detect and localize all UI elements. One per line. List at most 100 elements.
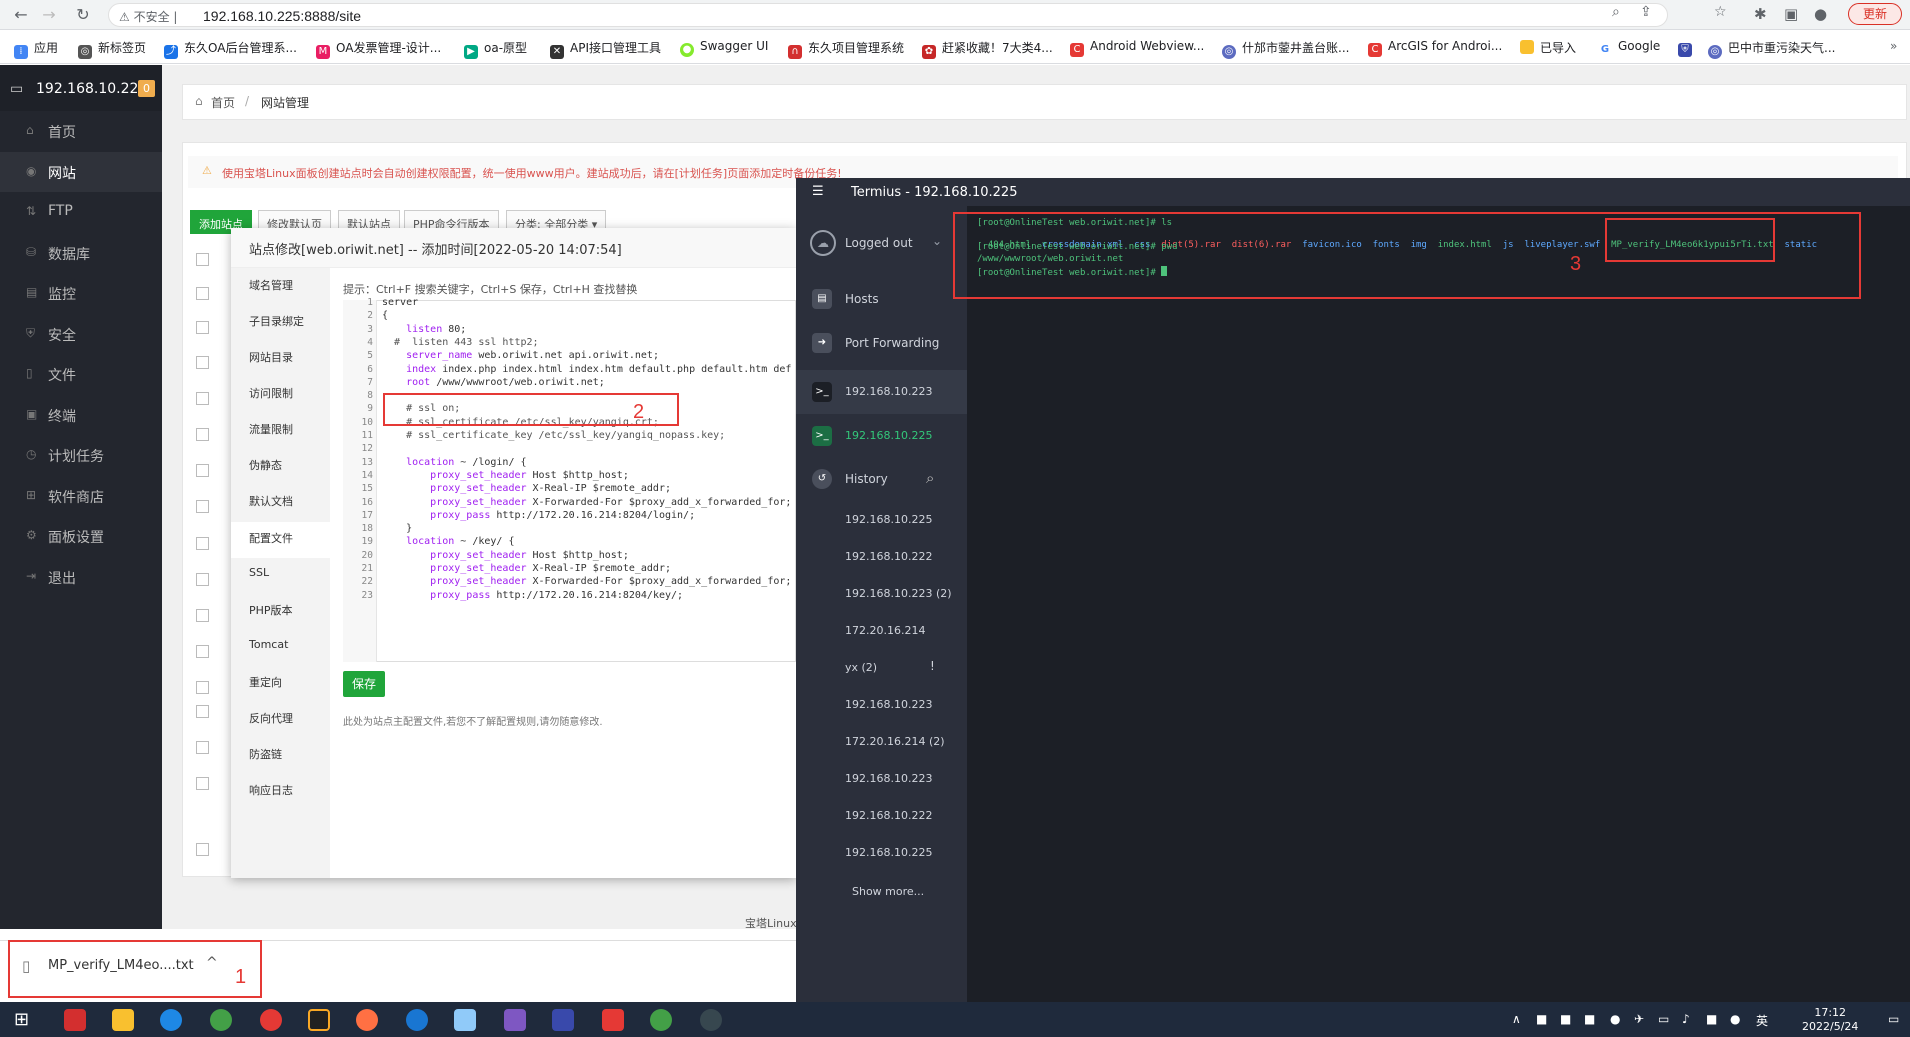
row-checkbox[interactable] bbox=[196, 392, 209, 405]
row-checkbox[interactable] bbox=[196, 356, 209, 369]
zoom-icon[interactable]: ⌕ bbox=[1612, 4, 1620, 20]
row-checkbox[interactable] bbox=[196, 537, 209, 550]
tray-app-icon[interactable]: ■ bbox=[1560, 1012, 1571, 1026]
row-checkbox[interactable] bbox=[196, 609, 209, 622]
row-checkbox[interactable] bbox=[196, 777, 209, 790]
tab-domain[interactable]: 域名管理 bbox=[249, 277, 293, 293]
tray-app-icon[interactable]: ▭ bbox=[1658, 1012, 1669, 1026]
sidebar-item-security[interactable]: ⛨ 安全 bbox=[0, 314, 162, 354]
tab-site-dir[interactable]: 网站目录 bbox=[249, 349, 293, 365]
folder-icon[interactable] bbox=[112, 1009, 134, 1031]
sidebar-item-monitor[interactable]: ▤ 监控 bbox=[0, 273, 162, 313]
bookmark-apps[interactable]: ⁞ 应用 bbox=[14, 39, 58, 59]
bookmark-item[interactable]: ▶ oa-原型 bbox=[464, 39, 527, 59]
system-clock[interactable]: 17:12 2022/5/24 bbox=[1802, 1006, 1858, 1034]
tab-config-file[interactable]: 配置文件 bbox=[249, 530, 293, 546]
row-checkbox[interactable] bbox=[196, 681, 209, 694]
termius-icon[interactable] bbox=[700, 1009, 722, 1031]
session-tab-223[interactable]: >_ 192.168.10.223 bbox=[796, 370, 967, 414]
sidepanel-icon[interactable]: ▣ bbox=[1784, 5, 1798, 23]
row-checkbox[interactable] bbox=[196, 428, 209, 441]
address-bar[interactable]: ⚠ 不安全 | 192.168.10.225:8888/site bbox=[108, 3, 1668, 27]
history-item[interactable]: 192.168.10.222 bbox=[845, 550, 932, 563]
sidebar-item-home[interactable]: ⌂ 首页 bbox=[0, 111, 162, 151]
tab-access[interactable]: 访问限制 bbox=[249, 385, 293, 401]
back-icon[interactable]: ← bbox=[10, 4, 32, 26]
tab-default-doc[interactable]: 默认文档 bbox=[249, 493, 293, 509]
tray-app-icon[interactable]: ■ bbox=[1536, 1012, 1547, 1026]
sidebar-item-settings[interactable]: ⚙ 面板设置 bbox=[0, 516, 162, 556]
sidebar-item-store[interactable]: ⊞ 软件商店 bbox=[0, 476, 162, 516]
postman-icon[interactable] bbox=[356, 1009, 378, 1031]
history-item[interactable]: 192.168.10.225 bbox=[845, 513, 932, 526]
sidebar-item-website[interactable]: ◉ 网站 bbox=[0, 152, 162, 192]
bookmark-item[interactable]: ◎ 什邡市蓥井盖台账... bbox=[1222, 39, 1349, 59]
sidebar-item-database[interactable]: ⛁ 数据库 bbox=[0, 233, 162, 273]
nav-port-forwarding[interactable]: ➜ Port Forwarding bbox=[796, 330, 967, 364]
wechat-tray-icon[interactable]: ● bbox=[1730, 1012, 1740, 1026]
save-button[interactable]: 保存 bbox=[343, 671, 385, 697]
sidebar-item-ftp[interactable]: ⇅ FTP bbox=[0, 192, 162, 232]
session-tab-225[interactable]: >_ 192.168.10.225 bbox=[796, 414, 967, 458]
history-item[interactable]: 192.168.10.223 bbox=[845, 772, 932, 785]
bookmark-item[interactable]: ∩ 东久项目管理系统 bbox=[788, 39, 904, 59]
search-icon[interactable]: ⌕ bbox=[926, 469, 934, 487]
bookmark-folder[interactable]: 已导入 bbox=[1520, 39, 1576, 56]
history-item[interactable]: 192.168.10.225 bbox=[845, 846, 932, 859]
app-icon[interactable] bbox=[210, 1009, 232, 1031]
chrome-icon[interactable] bbox=[260, 1009, 282, 1031]
tab-rewrite[interactable]: 伪静态 bbox=[249, 457, 282, 473]
tab-subdir[interactable]: 子目录绑定 bbox=[249, 313, 304, 329]
sidebar-item-cron[interactable]: ◷ 计划任务 bbox=[0, 435, 162, 475]
intellij-icon[interactable] bbox=[308, 1009, 330, 1031]
history-item[interactable]: 172.20.16.214 bbox=[845, 624, 925, 637]
bookmark-item[interactable]: C ArcGIS for Androi... bbox=[1368, 39, 1502, 57]
bookmark-item[interactable]: C Android Webview... bbox=[1070, 39, 1204, 57]
history-item[interactable]: 172.20.16.214 (2) bbox=[845, 735, 945, 748]
tab-hotlink[interactable]: 防盗链 bbox=[249, 746, 282, 762]
bookmark-item[interactable]: ⛨ bbox=[1678, 39, 1698, 57]
history-item[interactable]: 192.168.10.222 bbox=[845, 809, 932, 822]
app-icon[interactable] bbox=[64, 1009, 86, 1031]
row-checkbox[interactable] bbox=[196, 321, 209, 334]
history-item[interactable]: 192.168.10.223 (2) bbox=[845, 587, 952, 600]
breadcrumb-home[interactable]: 首页 bbox=[211, 94, 235, 111]
row-checkbox[interactable] bbox=[196, 705, 209, 718]
tab-redirect[interactable]: 重定向 bbox=[249, 674, 282, 690]
tray-chevron-icon[interactable]: ∧ bbox=[1512, 1012, 1521, 1026]
tab-ssl[interactable]: SSL bbox=[249, 566, 269, 579]
bookmark-item[interactable]: ◎ 新标签页 bbox=[78, 39, 146, 59]
tab-php-version[interactable]: PHP版本 bbox=[249, 602, 293, 618]
profile-avatar-icon[interactable]: ● bbox=[1814, 5, 1827, 23]
app-icon[interactable] bbox=[552, 1009, 574, 1031]
share-icon[interactable]: ⇪ bbox=[1640, 4, 1652, 20]
row-checkbox[interactable] bbox=[196, 573, 209, 586]
tab-reverse-proxy[interactable]: 反向代理 bbox=[249, 710, 293, 726]
tray-app-icon[interactable]: ■ bbox=[1584, 1012, 1595, 1026]
bookmark-item[interactable]: ✕ API接口管理工具 bbox=[550, 39, 661, 59]
star-icon[interactable]: ☆ bbox=[1714, 4, 1727, 20]
reload-icon[interactable]: ↻ bbox=[72, 4, 94, 26]
bookmark-item[interactable]: G Google bbox=[1598, 39, 1660, 57]
bookmark-item[interactable]: ⤴ 东久OA后台管理系... bbox=[164, 39, 297, 59]
tab-logs[interactable]: 响应日志 bbox=[249, 782, 293, 798]
bookmark-item[interactable]: ✿ 赶紧收藏！7大类4... bbox=[922, 39, 1053, 59]
tray-app-icon[interactable]: ● bbox=[1610, 1012, 1620, 1026]
forward-icon[interactable]: → bbox=[38, 4, 60, 26]
row-checkbox[interactable] bbox=[196, 843, 209, 856]
notification-icon[interactable]: ▭ bbox=[1888, 1012, 1899, 1026]
menu-icon[interactable]: ☰ bbox=[812, 184, 824, 199]
show-more-link[interactable]: Show more... bbox=[852, 885, 924, 898]
row-checkbox[interactable] bbox=[196, 464, 209, 477]
row-checkbox[interactable] bbox=[196, 741, 209, 754]
select-all-checkbox[interactable] bbox=[196, 253, 209, 266]
sidebar-item-files[interactable]: ▯ 文件 bbox=[0, 354, 162, 394]
windows-start-icon[interactable]: ⊞ bbox=[14, 1009, 29, 1030]
row-checkbox[interactable] bbox=[196, 287, 209, 300]
sidebar-item-terminal[interactable]: ▣ 终端 bbox=[0, 395, 162, 435]
row-checkbox[interactable] bbox=[196, 500, 209, 513]
account-status[interactable]: ☁ Logged out ⌄ bbox=[796, 226, 967, 270]
tab-tomcat[interactable]: Tomcat bbox=[249, 638, 288, 651]
app-icon[interactable] bbox=[602, 1009, 624, 1031]
sidebar-item-logout[interactable]: ⇥ 退出 bbox=[0, 557, 162, 597]
